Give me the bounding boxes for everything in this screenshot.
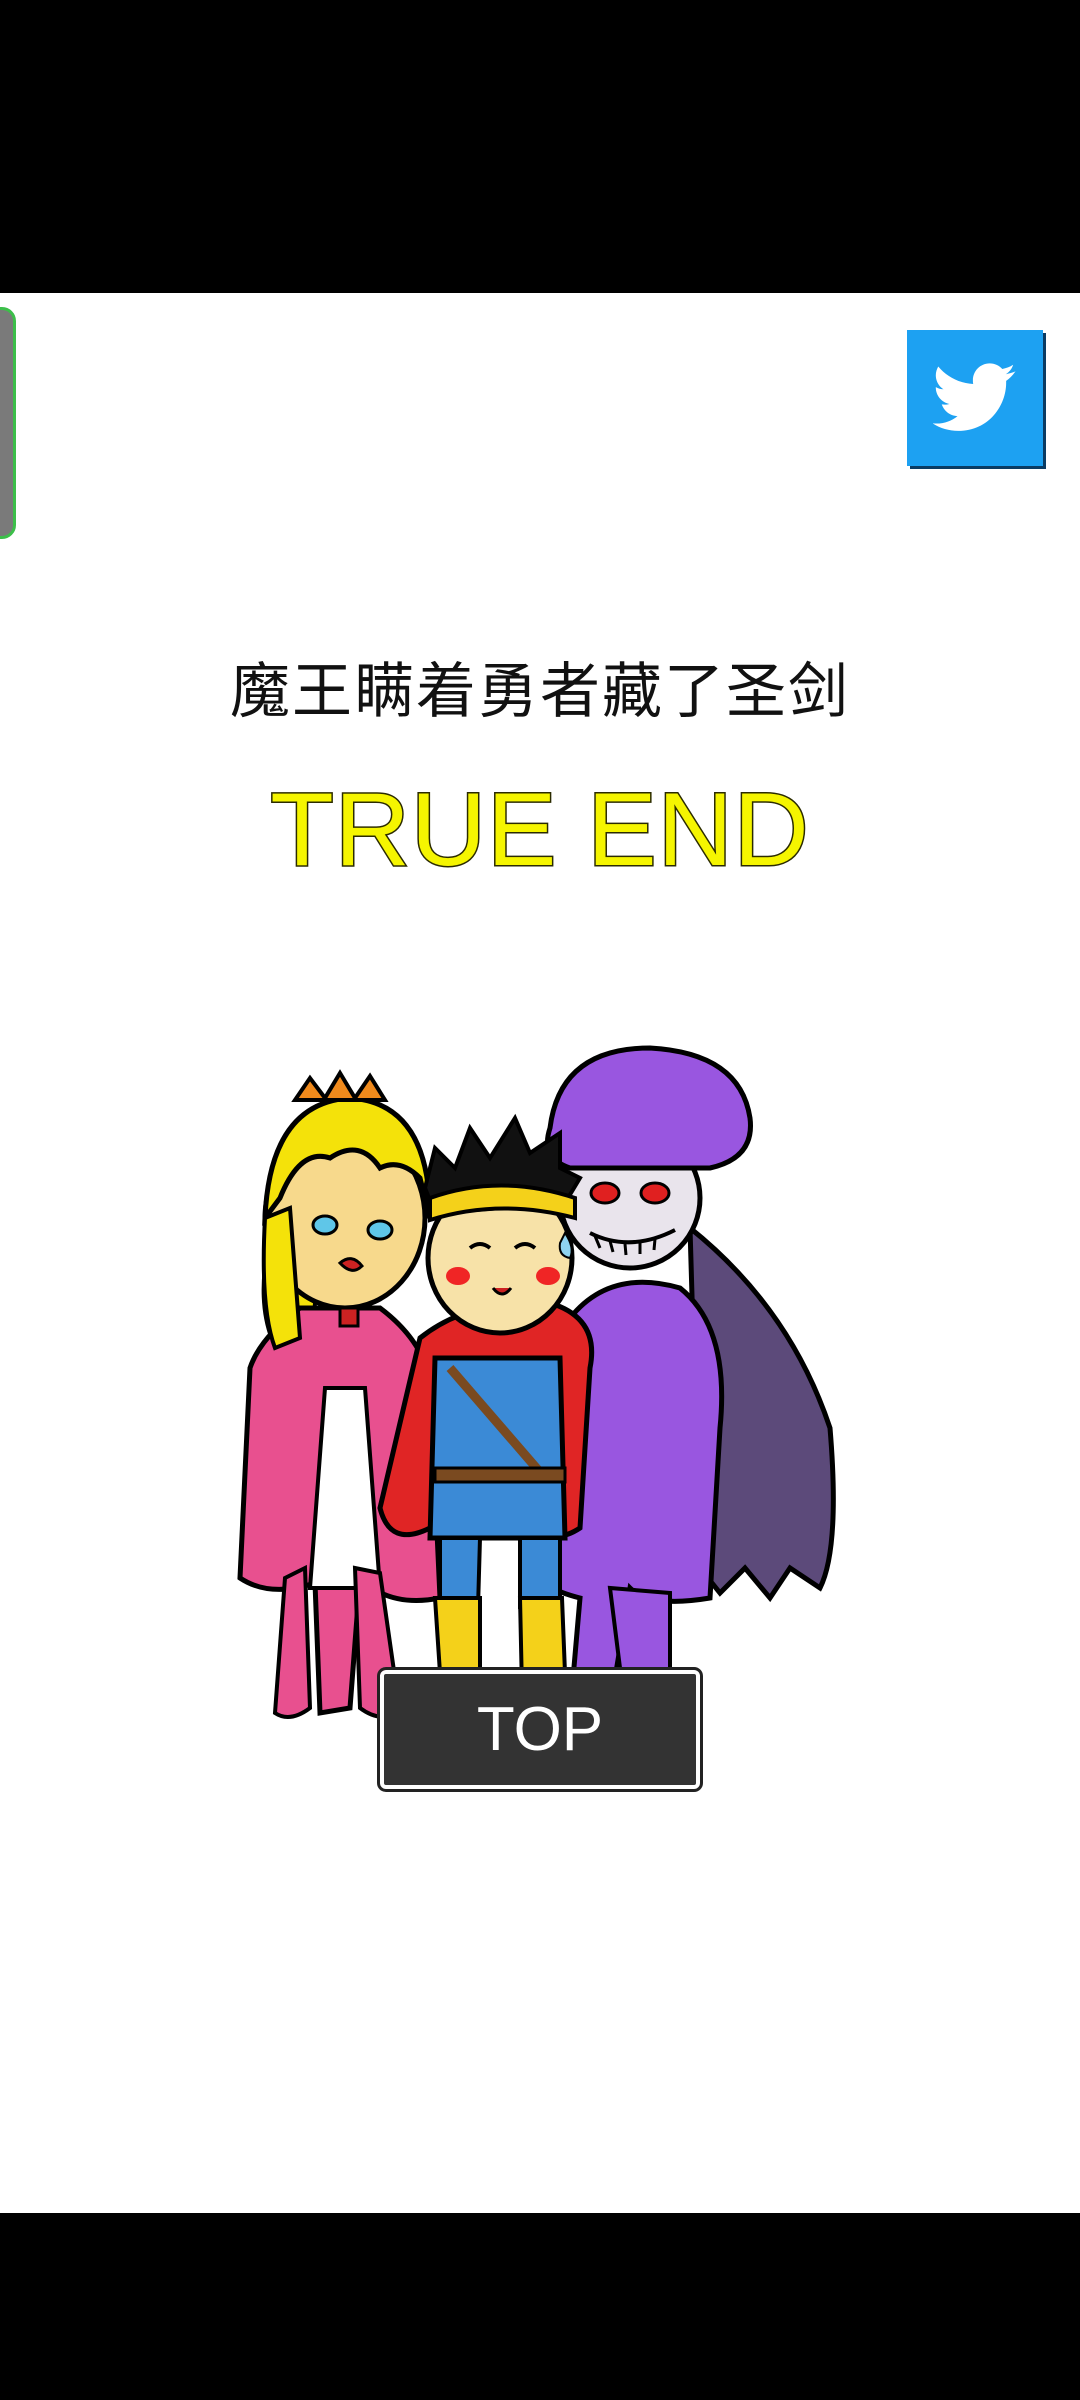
twitter-share-button[interactable] [907, 330, 1043, 466]
ending-subtitle: 魔王瞒着勇者藏了圣剑 [230, 657, 850, 727]
side-drawer-tab[interactable] [0, 307, 16, 539]
top-menu-button[interactable]: TOP [377, 1667, 703, 1792]
game-screen: 魔王瞒着勇者藏了圣剑 TRUE END TOP [0, 293, 1080, 2213]
ending-title: TRUE END [269, 771, 811, 890]
twitter-bird-icon [933, 363, 1016, 431]
top-system-bar [0, 0, 1080, 293]
bottom-navigation-bar [0, 2213, 1080, 2400]
